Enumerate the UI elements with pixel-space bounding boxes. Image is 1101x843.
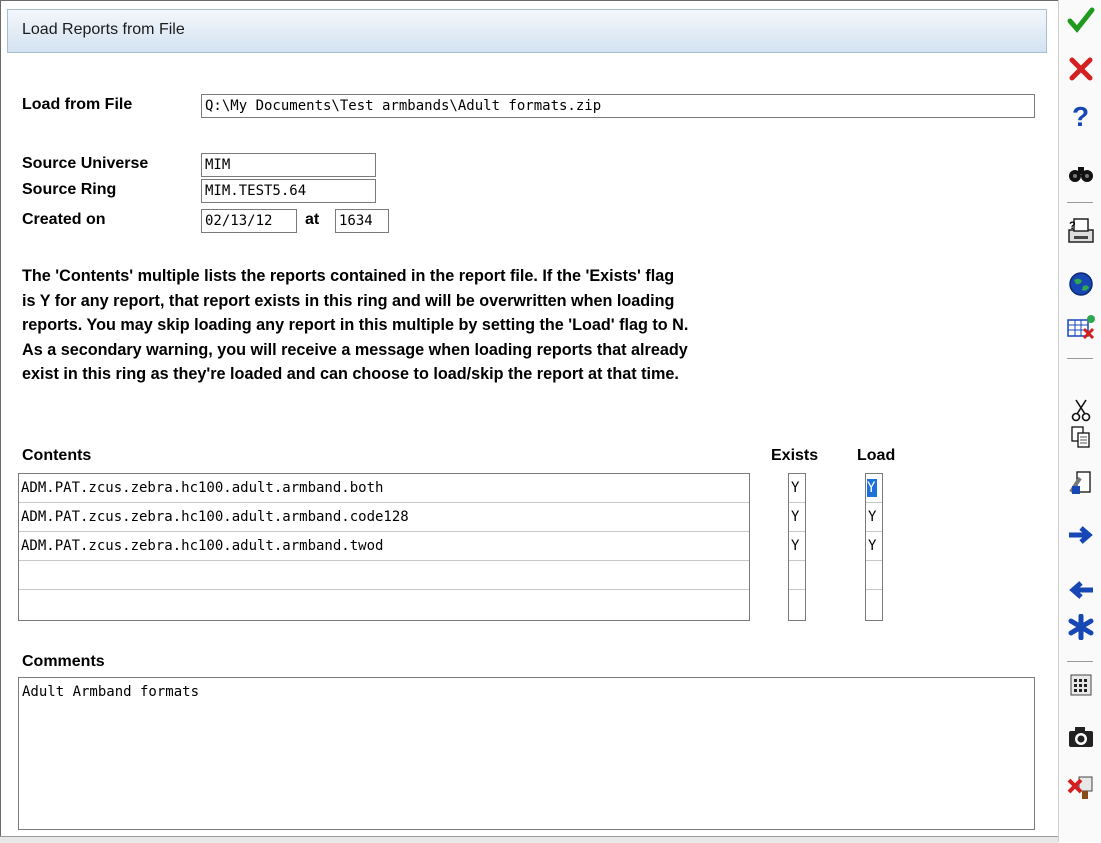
load-cell[interactable]: Y <box>866 503 882 532</box>
asterisk-icon[interactable] <box>1059 610 1101 644</box>
created-on-date-field[interactable]: 02/13/12 <box>201 209 297 233</box>
keypad-icon[interactable] <box>1059 668 1101 702</box>
exists-header: Exists <box>771 447 819 464</box>
copy-icon[interactable] <box>1059 420 1101 454</box>
exit-icon[interactable] <box>1059 770 1101 804</box>
exists-cell[interactable] <box>789 561 805 590</box>
table-icon[interactable] <box>1059 310 1101 344</box>
title-bar: Load Reports from File <box>7 9 1047 53</box>
load-header: Load <box>857 447 896 464</box>
exists-value: Y <box>791 538 800 554</box>
cancel-x-icon[interactable] <box>1059 52 1101 86</box>
load-value: Y <box>868 509 877 525</box>
help-icon[interactable]: ? <box>1059 100 1101 134</box>
source-universe-field[interactable]: MIM <box>201 153 376 177</box>
report-name: ADM.PAT.zcus.zebra.hc100.adult.armband.b… <box>21 480 384 496</box>
created-on-label: Created on <box>22 211 106 228</box>
load-value-selected: Y <box>867 479 877 497</box>
check-icon[interactable] <box>1059 3 1101 37</box>
exists-column: Y Y Y <box>788 473 806 621</box>
load-from-file-label: Load from File <box>22 96 133 113</box>
description-line: reports. You may skip loading any report… <box>22 316 689 334</box>
load-from-file-field[interactable]: Q:\My Documents\Test armbands\Adult form… <box>201 94 1035 118</box>
load-cell[interactable] <box>866 590 882 620</box>
comments-header: Comments <box>22 653 105 670</box>
description-line: The 'Contents' multiple lists the report… <box>22 267 675 285</box>
source-ring-field[interactable]: MIM.TEST5.64 <box>201 179 376 203</box>
load-column: Y Y Y <box>865 473 883 621</box>
description-text: The 'Contents' multiple lists the report… <box>22 264 932 387</box>
load-cell[interactable] <box>866 561 882 590</box>
load-cell[interactable]: Y <box>866 474 882 503</box>
source-ring-label: Source Ring <box>22 181 117 198</box>
at-label: at <box>305 211 320 228</box>
binoculars-icon[interactable] <box>1059 157 1101 191</box>
created-on-time-field[interactable]: 1634 <box>335 209 389 233</box>
svg-text:?: ? <box>1069 220 1076 232</box>
description-line: is Y for any report, that report exists … <box>22 291 675 310</box>
exists-value: Y <box>791 480 800 496</box>
description-line: exist in this ring as they're loaded and… <box>22 365 679 383</box>
camera-icon[interactable] <box>1059 720 1101 754</box>
exists-cell[interactable] <box>789 590 805 620</box>
report-name: ADM.PAT.zcus.zebra.hc100.adult.armband.c… <box>21 509 409 525</box>
window-title: Load Reports from File <box>22 21 185 38</box>
globe-icon[interactable] <box>1059 267 1101 301</box>
exists-value: Y <box>791 509 800 525</box>
exists-cell[interactable]: Y <box>789 503 805 532</box>
contents-row[interactable]: ADM.PAT.zcus.zebra.hc100.adult.armband.c… <box>19 503 749 532</box>
contents-name-column: ADM.PAT.zcus.zebra.hc100.adult.armband.b… <box>18 473 750 621</box>
paste-icon[interactable] <box>1059 465 1101 499</box>
arrow-right-icon[interactable] <box>1059 518 1101 552</box>
dialog-window: Load Reports from File Load from File Q:… <box>0 0 1058 842</box>
load-value: Y <box>868 538 877 554</box>
arrow-left-icon[interactable] <box>1059 573 1101 607</box>
contents-header: Contents <box>22 447 92 464</box>
description-line: As a secondary warning, you will receive… <box>22 340 688 359</box>
contents-row[interactable] <box>19 561 749 590</box>
exists-cell[interactable]: Y <box>789 474 805 503</box>
load-cell[interactable]: Y <box>866 532 882 561</box>
print-icon[interactable]: ? <box>1059 214 1101 248</box>
contents-row[interactable]: ADM.PAT.zcus.zebra.hc100.adult.armband.b… <box>19 474 749 503</box>
comments-textarea[interactable]: Adult Armband formats <box>18 677 1035 830</box>
contents-row[interactable]: ADM.PAT.zcus.zebra.hc100.adult.armband.t… <box>19 532 749 561</box>
right-toolbar: ? ? <box>1058 0 1101 842</box>
contents-row[interactable] <box>19 590 749 620</box>
exists-cell[interactable]: Y <box>789 532 805 561</box>
report-name: ADM.PAT.zcus.zebra.hc100.adult.armband.t… <box>21 538 384 554</box>
source-universe-label: Source Universe <box>22 155 149 172</box>
